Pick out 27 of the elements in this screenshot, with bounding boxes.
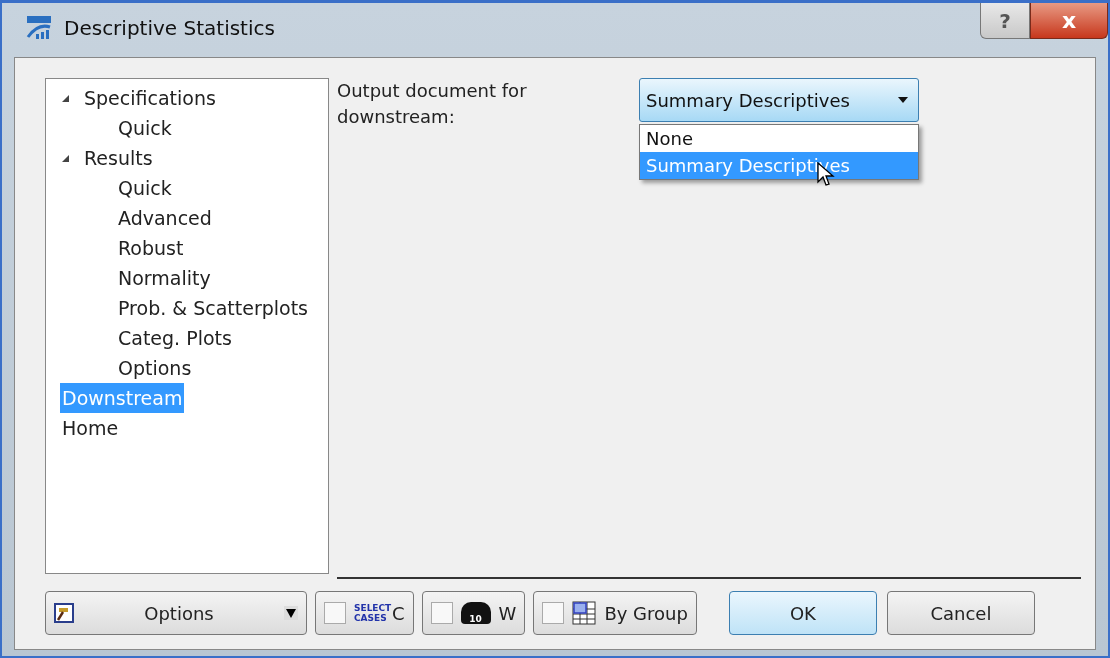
options-button[interactable]: Options <box>45 591 307 635</box>
tree-item[interactable]: Quick <box>116 173 174 203</box>
tree-item[interactable]: Normality <box>116 263 213 293</box>
ok-button[interactable]: OK <box>728 591 877 635</box>
tree-item[interactable]: Prob. & Scatterplots <box>116 293 310 323</box>
chart-icon <box>26 15 52 41</box>
tree-item[interactable]: Specifications <box>82 83 218 113</box>
tree-item[interactable]: Robust <box>116 233 186 263</box>
tree-item[interactable]: Results <box>82 143 155 173</box>
close-button[interactable]: x <box>1030 3 1108 39</box>
grid-icon <box>572 601 597 625</box>
window-title: Descriptive Statistics <box>64 16 275 40</box>
tree-item[interactable]: Quick <box>116 113 174 143</box>
tree-item[interactable]: Categ. Plots <box>116 323 234 353</box>
tree-item[interactable]: Home <box>60 413 121 443</box>
caret-icon <box>898 97 908 103</box>
help-button[interactable]: ? <box>980 3 1030 39</box>
cancel-button[interactable]: Cancel <box>886 591 1035 635</box>
hammer-icon <box>54 603 74 623</box>
toggle-button[interactable]: 10 W <box>421 591 526 635</box>
dropdown-option[interactable]: None <box>640 125 918 152</box>
by-group-button[interactable]: By Group <box>533 591 697 635</box>
output-dropdown[interactable]: Summary Descriptives <box>639 78 919 122</box>
field-label: Output document for downstream: <box>337 79 528 129</box>
caret-icon <box>284 606 298 620</box>
tree-item[interactable]: Advanced <box>116 203 214 233</box>
tree-item[interactable]: Options <box>116 353 194 383</box>
